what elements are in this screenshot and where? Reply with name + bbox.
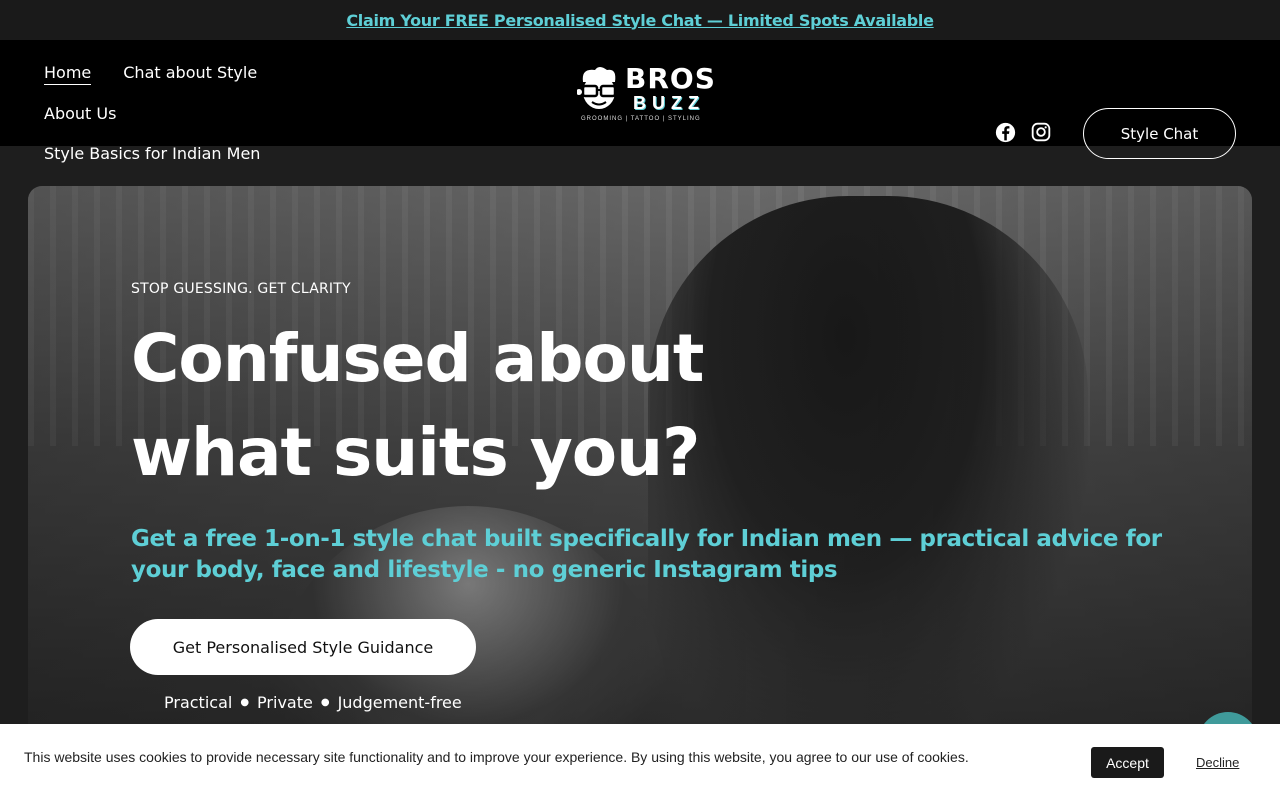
nav-item-about-us[interactable]: About Us xyxy=(44,103,116,125)
cookie-message: This website uses cookies to provide nec… xyxy=(24,749,969,765)
style-chat-button[interactable]: Style Chat xyxy=(1083,108,1236,159)
facebook-icon[interactable] xyxy=(995,122,1016,143)
tag-judgement-free: Judgement-free xyxy=(337,693,462,712)
instagram-icon[interactable] xyxy=(1031,122,1051,142)
site-logo[interactable]: BROS BUZZ GROOMING | TATTOO | STYLING xyxy=(577,64,717,124)
announcement-bar: Claim Your FREE Personalised Style Chat … xyxy=(0,0,1280,40)
logo-mascot-icon xyxy=(577,67,617,109)
nav-item-chat-about-style[interactable]: Chat about Style xyxy=(123,62,257,85)
hero-eyebrow: STOP GUESSING. GET CLARITY xyxy=(131,281,351,297)
hero-subheading: Get a free 1-on-1 style chat built speci… xyxy=(131,526,1162,583)
hero-tags: Practical ● Private ● Judgement-free xyxy=(164,693,462,712)
get-style-guidance-button[interactable]: Get Personalised Style Guidance xyxy=(130,619,476,675)
cookie-decline-link[interactable]: Decline xyxy=(1196,755,1239,770)
hero-headline-line2: what suits you? xyxy=(131,414,700,491)
main-nav: Home Chat about Style About Us Style Bas… xyxy=(44,62,384,165)
bullet-icon: ● xyxy=(240,697,250,708)
nav-item-style-basics[interactable]: Style Basics for Indian Men xyxy=(44,143,260,165)
bullet-icon: ● xyxy=(320,697,330,708)
logo-text-buzz: BUZZ xyxy=(633,93,705,113)
tag-practical: Practical xyxy=(164,693,233,712)
logo-text-bros: BROS xyxy=(625,62,716,95)
cookie-accept-button[interactable]: Accept xyxy=(1091,747,1164,778)
cookie-banner: This website uses cookies to provide nec… xyxy=(0,724,1280,800)
logo-tagline: GROOMING | TATTOO | STYLING xyxy=(581,116,701,122)
nav-item-home[interactable]: Home xyxy=(44,62,92,85)
announcement-link[interactable]: Claim Your FREE Personalised Style Chat … xyxy=(346,11,934,30)
hero-headline-line1: Confused about xyxy=(131,320,704,397)
hero-headline: Confused about what suits you? xyxy=(131,312,704,500)
site-header: Home Chat about Style About Us Style Bas… xyxy=(0,40,1280,163)
tag-private: Private xyxy=(257,693,313,712)
